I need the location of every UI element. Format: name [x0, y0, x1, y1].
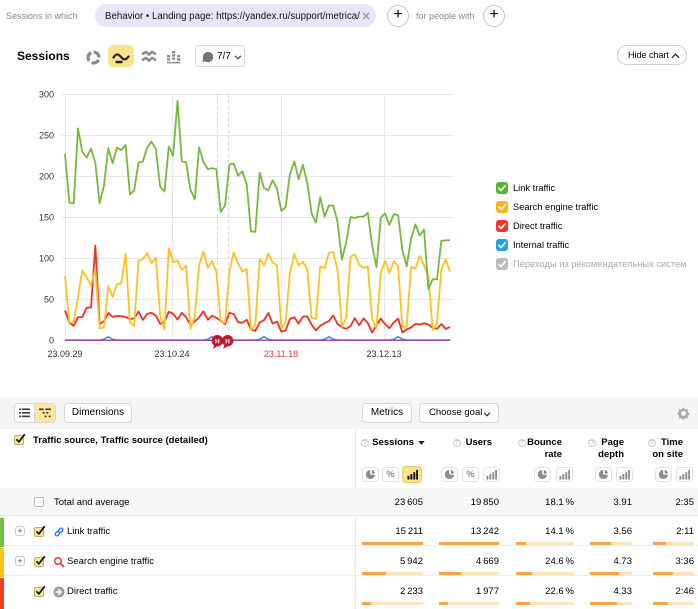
svg-text:200: 200	[39, 172, 54, 182]
svg-text:150: 150	[39, 213, 54, 223]
svg-text:23.12.13: 23.12.13	[366, 349, 401, 359]
svg-text:23.11.18: 23.11.18	[264, 349, 298, 359]
svg-text:300: 300	[39, 90, 54, 100]
svg-text:H: H	[215, 338, 220, 345]
svg-text:100: 100	[39, 254, 54, 264]
svg-text:H: H	[225, 338, 230, 345]
svg-text:0: 0	[49, 336, 54, 346]
svg-text:50: 50	[44, 295, 54, 305]
svg-text:250: 250	[39, 131, 54, 141]
svg-text:23.09.29: 23.09.29	[47, 349, 82, 359]
svg-text:23.10.24: 23.10.24	[154, 349, 189, 359]
